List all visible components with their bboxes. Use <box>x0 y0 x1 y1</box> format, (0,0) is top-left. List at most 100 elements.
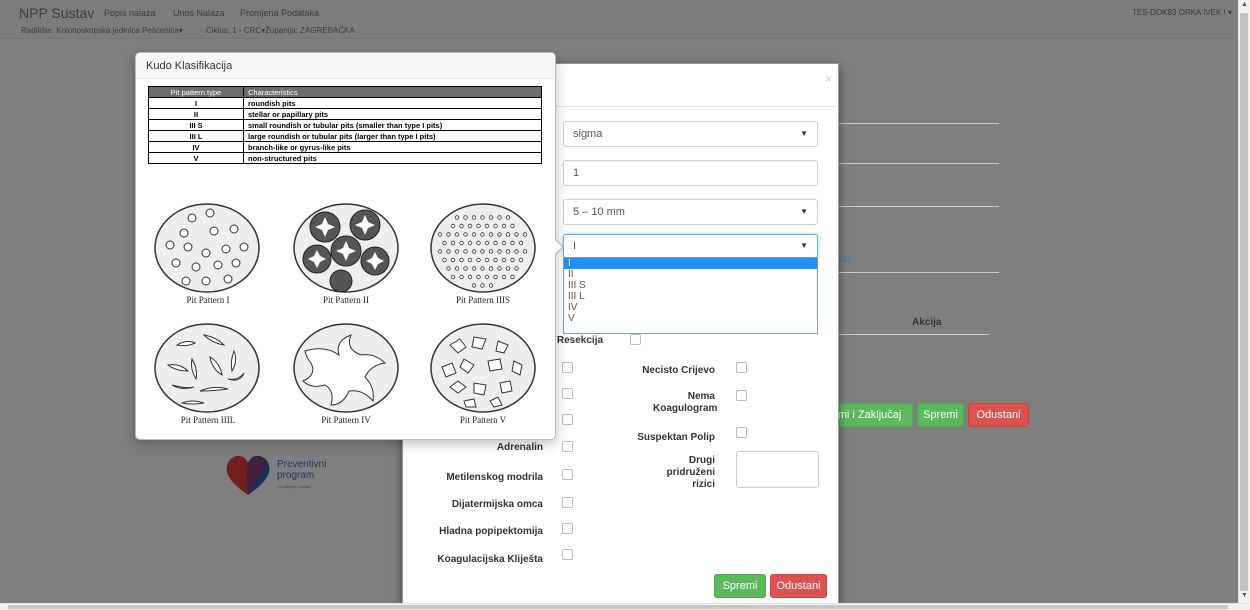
pit-pattern-iiil-illustration <box>154 323 260 413</box>
adrenalin-checkbox[interactable] <box>562 441 573 452</box>
pit-dot <box>463 249 468 254</box>
pit-dot <box>484 240 490 246</box>
pit-caption-iiis: Pit Pattern IIIS <box>456 295 510 305</box>
pit-dot <box>476 274 481 280</box>
suspektan-polip-label: Suspektan Polip <box>637 432 715 443</box>
pit-dot <box>493 274 498 280</box>
pit-dot <box>488 215 494 220</box>
pit-caption-v: Pit Pattern V <box>459 415 507 425</box>
necisto-crijevo-checkbox[interactable] <box>736 362 747 373</box>
checkbox-left-3[interactable] <box>562 414 573 425</box>
table-row: III Ssmall roundish or tubular pits (sma… <box>148 119 542 131</box>
velicina-value: 5 – 10 mm <box>573 206 625 218</box>
spremi-button-bg[interactable]: Spremi <box>917 403 964 427</box>
pit-dot <box>459 240 464 246</box>
pit-caption-i: Pit Pattern I <box>186 295 230 305</box>
broj-input[interactable]: 1 <box>563 160 818 186</box>
pit-dot <box>467 274 473 280</box>
pit-dot <box>488 266 494 271</box>
pit-dot <box>493 240 498 246</box>
pit-dot <box>459 274 464 280</box>
lokacija-select[interactable]: sigma ▼ <box>563 121 818 147</box>
viewport: NPP Sustav Popis nalaza Unos Nalaza Prom… <box>0 0 1238 603</box>
pit-dot <box>442 240 447 246</box>
pit-pattern-select[interactable]: I ▼ <box>563 234 818 258</box>
kudo-cell: II <box>148 108 244 120</box>
scroll-down-icon[interactable]: ▼ <box>1241 592 1248 599</box>
pit-dot <box>484 274 490 280</box>
caret-down-icon: ▼ <box>800 207 808 216</box>
pit-dot <box>505 249 511 254</box>
pit-dot <box>480 232 485 237</box>
pit-dot <box>493 257 498 263</box>
pit-pattern-dropdown-list[interactable]: I II III S III L IV V <box>563 257 818 334</box>
horizontal-scroll-thumb[interactable] <box>8 605 1228 609</box>
divider <box>839 163 999 164</box>
nema-koagulogram-checkbox[interactable] <box>736 390 747 401</box>
pit-option[interactable]: IV <box>564 302 817 313</box>
pit-dot <box>518 257 524 263</box>
table-row: IV branch-like or gyrus-like pits <box>148 141 542 153</box>
pit-dot <box>505 215 511 220</box>
koagulacijska-kliješta-checkbox[interactable] <box>562 549 573 560</box>
metilenskog-modrila-checkbox[interactable] <box>562 469 573 480</box>
kudo-cell: stellar or papillary pits <box>243 108 542 120</box>
link-fragment[interactable]: laz <box>839 254 852 265</box>
kudo-cell: roundish pits <box>243 97 542 109</box>
modal-cancel-button[interactable]: Odustani <box>770 574 827 598</box>
pit-caption-ii: Pit Pattern II <box>323 295 369 305</box>
checkbox-left-1[interactable] <box>562 362 573 373</box>
odustani-button-bg[interactable]: Odustani <box>968 403 1029 427</box>
kudo-cell: I <box>148 97 244 109</box>
drugi-rizici-textarea[interactable] <box>736 451 819 488</box>
hladna-popipektomija-checkbox[interactable] <box>562 523 573 534</box>
pit-dot <box>454 232 460 237</box>
pit-dot <box>518 240 524 246</box>
pit-option[interactable]: II <box>564 269 817 280</box>
dijatermijska-omca-checkbox[interactable] <box>562 497 573 508</box>
kudo-popover: Kudo Klasifikacija Pit pattern type Char… <box>135 52 564 440</box>
pit-dot <box>493 223 498 229</box>
vertical-scroll-thumb[interactable] <box>1240 13 1248 591</box>
pit-dot <box>497 215 502 220</box>
pit-option[interactable]: III L <box>564 291 817 302</box>
pit-option[interactable]: V <box>564 313 817 324</box>
pit-pattern-ii-illustration <box>293 203 399 293</box>
hladna-popipektomija-label: Hladna popipektomija <box>439 526 543 537</box>
pit-dot <box>505 266 511 271</box>
velicina-select[interactable]: 5 – 10 mm ▼ <box>563 199 818 225</box>
kudo-table: Pit pattern type Characteristics Iroundi… <box>148 86 542 164</box>
pit-option[interactable]: III S <box>564 280 817 291</box>
pit-dot <box>450 257 456 263</box>
modal-save-button[interactable]: Spremi <box>714 574 766 598</box>
pit-dot <box>514 249 519 254</box>
pit-dot <box>480 249 485 254</box>
pit-option[interactable]: I <box>564 258 817 269</box>
pit-dot <box>471 215 477 220</box>
pit-dot <box>488 283 494 288</box>
broj-value: 1 <box>573 167 580 179</box>
pit-dot <box>501 223 507 229</box>
close-icon[interactable]: × <box>825 72 832 86</box>
pit-dot <box>510 274 515 280</box>
suspektan-polip-checkbox[interactable] <box>736 427 747 438</box>
pit-dot <box>501 257 507 263</box>
checkbox-left-2[interactable] <box>562 388 573 399</box>
kudo-th-characteristics: Characteristics <box>243 86 542 98</box>
pit-dot <box>488 249 494 254</box>
pit-dot <box>471 232 477 237</box>
lokacija-value: sigma <box>573 128 603 140</box>
pit-pattern-i-illustration <box>154 203 260 293</box>
pit-dot <box>471 249 477 254</box>
pit-dot <box>488 232 494 237</box>
pit-dot <box>476 223 481 229</box>
pit-dot <box>442 257 447 263</box>
pit-dot <box>514 232 519 237</box>
pit-dot <box>450 274 456 280</box>
scroll-up-icon[interactable]: ▲ <box>1241 1 1248 8</box>
pit-dot <box>467 240 473 246</box>
divider <box>839 272 999 273</box>
pit-dot <box>459 257 464 263</box>
divider <box>839 206 999 207</box>
resekcija-checkbox[interactable] <box>630 334 641 345</box>
